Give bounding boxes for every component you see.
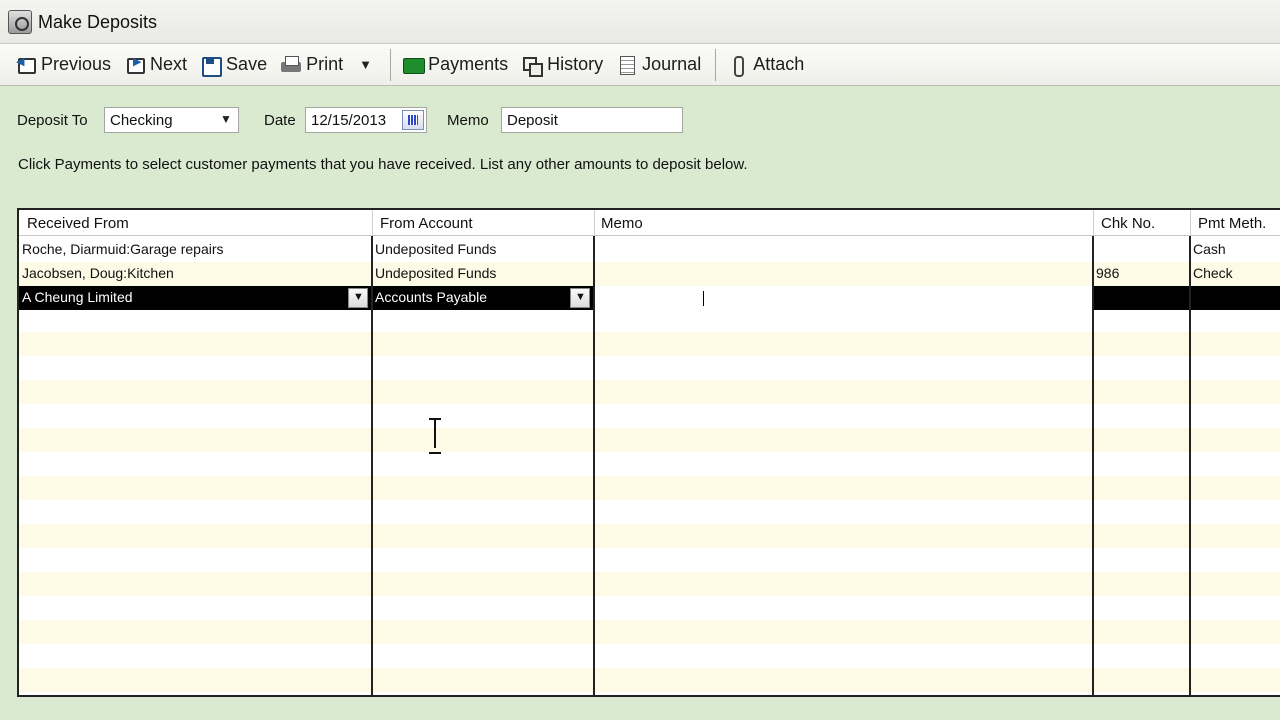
chevron-down-icon — [357, 56, 377, 74]
column-divider[interactable] — [1189, 236, 1191, 695]
selected-table-row[interactable]: A Cheung Limited Accounts Payable refund… — [19, 286, 1280, 310]
history-button[interactable]: History — [518, 49, 607, 81]
deposit-to-label: Deposit To — [17, 112, 88, 129]
attach-button[interactable]: Attach — [724, 49, 808, 81]
previous-button[interactable]: Previous — [12, 49, 115, 81]
printer-icon — [281, 55, 302, 74]
print-label: Print — [306, 54, 344, 74]
window-title: Make Deposits — [38, 12, 158, 32]
header-divider[interactable] — [372, 210, 373, 236]
column-divider[interactable] — [1092, 236, 1094, 695]
deposits-table: Received From From Account Memo Chk No. … — [17, 208, 1280, 697]
column-header-received-from[interactable]: Received From — [27, 215, 129, 232]
date-field[interactable]: 12/15/2013 — [305, 107, 427, 133]
paperclip-icon — [728, 55, 748, 77]
deposit-to-select[interactable]: Checking — [104, 107, 239, 133]
empty-row[interactable] — [19, 332, 1280, 356]
memo-label: Memo — [447, 112, 489, 129]
column-divider[interactable] — [593, 236, 595, 695]
table-header: Received From From Account Memo Chk No. … — [19, 210, 1280, 236]
payments-button[interactable]: Payments — [399, 49, 512, 81]
text-caret — [703, 290, 705, 306]
table-row[interactable]: Roche, Diarmuid:Garage repairs Undeposit… — [19, 238, 1280, 262]
journal-label: Journal — [642, 54, 702, 74]
history-icon — [522, 56, 544, 77]
column-divider[interactable] — [371, 236, 373, 695]
toolbar-separator — [390, 48, 392, 81]
cell-from-account: Undeposited Funds — [375, 241, 497, 257]
memo-cell-value: refund of credit o — [597, 289, 705, 306]
received-from-combo-value[interactable]: A Cheung Limited — [22, 289, 133, 305]
column-header-from-account[interactable]: From Account — [380, 215, 473, 232]
empty-row[interactable] — [19, 620, 1280, 644]
from-account-combo-value[interactable]: Accounts Payable — [375, 289, 487, 305]
header-divider[interactable] — [1190, 210, 1191, 236]
deposit-to-value: Checking — [110, 112, 173, 129]
toolbar-separator — [715, 48, 717, 81]
chevron-down-icon[interactable] — [348, 288, 368, 308]
calendar-icon[interactable] — [402, 110, 424, 130]
column-header-chk-no[interactable]: Chk No. — [1101, 215, 1155, 232]
history-label: History — [547, 54, 604, 74]
memo-value: Deposit — [507, 112, 558, 129]
empty-row[interactable] — [19, 380, 1280, 404]
journal-icon — [617, 55, 637, 75]
title-bar: Make Deposits — [0, 0, 1280, 44]
empty-row[interactable] — [19, 476, 1280, 500]
save-icon — [201, 56, 223, 77]
memo-field[interactable]: Deposit — [501, 107, 683, 133]
memo-cell-editor[interactable]: refund of credit o — [595, 286, 1092, 310]
instructions-text: Click Payments to select customer paymen… — [18, 156, 748, 173]
attach-label: Attach — [753, 54, 805, 74]
cell-from-account: Undeposited Funds — [375, 265, 497, 281]
column-header-pmt-meth[interactable]: Pmt Meth. — [1198, 215, 1266, 232]
window-icon[interactable] — [8, 10, 32, 34]
save-button[interactable]: Save — [197, 49, 271, 81]
text-cursor-icon — [428, 418, 442, 454]
column-header-memo[interactable]: Memo — [601, 215, 643, 232]
save-label: Save — [226, 54, 268, 74]
cell-pmt-meth: Cash — [1193, 241, 1226, 257]
empty-row[interactable] — [19, 428, 1280, 452]
cell-chk-no: 986 — [1096, 265, 1120, 281]
cell-received-from: Jacobsen, Doug:Kitchen — [22, 265, 174, 281]
empty-row[interactable] — [19, 668, 1280, 692]
payments-icon — [403, 56, 426, 74]
next-icon — [125, 55, 146, 74]
empty-row[interactable] — [19, 572, 1280, 596]
header-divider[interactable] — [594, 210, 595, 236]
cell-received-from: Roche, Diarmuid:Garage repairs — [22, 241, 224, 257]
previous-icon — [16, 55, 36, 74]
deposit-header-form: Deposit To Checking Date 12/15/2013 Memo… — [0, 87, 1280, 207]
print-button[interactable]: Print — [277, 49, 347, 81]
cell-pmt-meth: Check — [1193, 265, 1233, 281]
next-button[interactable]: Next — [121, 49, 191, 81]
chevron-down-icon[interactable] — [570, 288, 590, 308]
date-value: 12/15/2013 — [311, 112, 387, 129]
toolbar: Previous Next Save Print Payments Histor… — [0, 44, 1280, 86]
journal-button[interactable]: Journal — [613, 49, 705, 81]
date-label: Date — [264, 112, 296, 129]
next-label: Next — [150, 54, 188, 74]
empty-row[interactable] — [19, 524, 1280, 548]
print-dropdown-button[interactable] — [353, 49, 386, 81]
payments-label: Payments — [428, 54, 509, 74]
header-divider[interactable] — [1093, 210, 1094, 236]
chevron-down-icon[interactable] — [216, 110, 236, 130]
table-row[interactable]: Jacobsen, Doug:Kitchen Undeposited Funds… — [19, 262, 1280, 286]
previous-label: Previous — [41, 54, 112, 74]
